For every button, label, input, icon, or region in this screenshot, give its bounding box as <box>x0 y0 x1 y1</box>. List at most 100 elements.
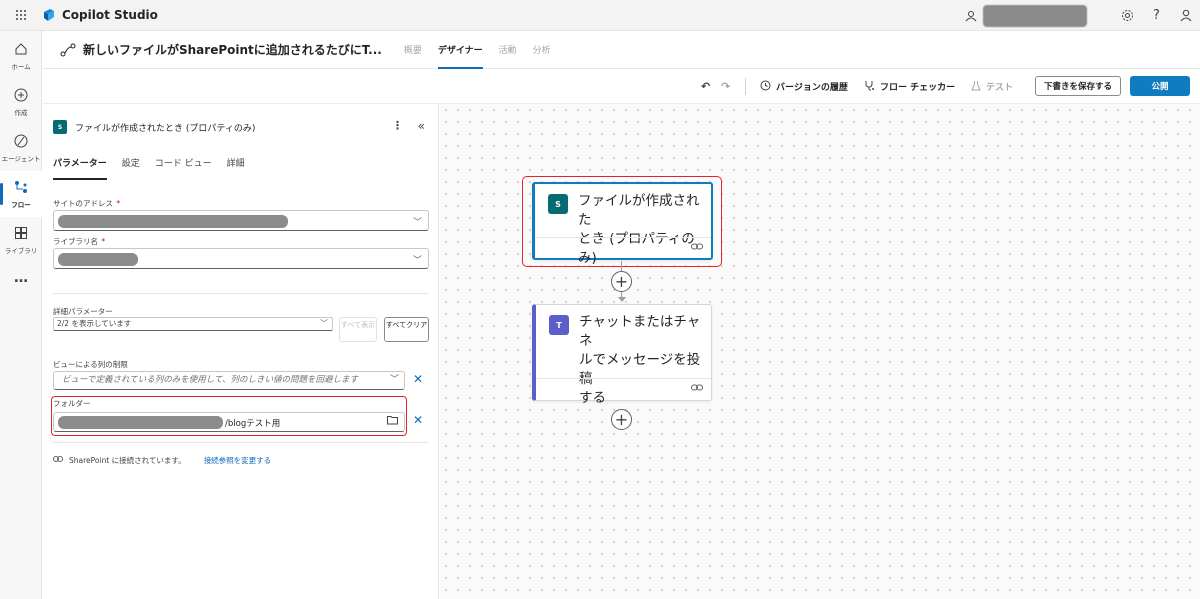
column-limit-label: ビューによる列の制限 <box>53 360 128 369</box>
flow-checker-button[interactable]: フロー チェッカー <box>864 69 955 104</box>
top-bar: Copilot Studio ? <box>0 0 1200 31</box>
card-divider <box>535 237 711 238</box>
site-address-label: サイトのアドレス * <box>53 199 121 208</box>
library-icon <box>14 226 28 244</box>
designer-canvas[interactable]: S ファイルが作成された とき (プロパティのみ) + T チャットまたはチャネ… <box>440 104 1200 599</box>
site-address-redacted <box>58 215 288 228</box>
trigger-card-title: ファイルが作成された とき (プロパティのみ) <box>578 193 700 266</box>
divider <box>53 442 429 443</box>
environment-icon[interactable] <box>963 8 979 24</box>
app-name[interactable]: Copilot Studio <box>62 8 158 22</box>
undo-button[interactable]: ↶ <box>701 69 715 104</box>
chevron-down-icon: ﹀ <box>320 319 328 328</box>
remove-column-limit-icon[interactable]: ✕ <box>413 372 423 386</box>
folder-value: /blogテスト用 <box>225 419 281 429</box>
stethoscope-icon <box>864 80 875 94</box>
environment-name-redacted[interactable] <box>983 4 1087 27</box>
flow-title: 新しいファイルがSharePointに追加されるたびにT... <box>83 43 382 57</box>
sharepoint-icon: S <box>548 194 568 214</box>
trigger-card[interactable]: S ファイルが作成された とき (プロパティのみ) <box>532 182 713 266</box>
rail-item-flows[interactable]: フロー <box>0 171 42 217</box>
rail-label: ライブラリ <box>4 246 38 255</box>
tab-parameters[interactable]: パラメーター <box>53 156 107 182</box>
rail-label: 作成 <box>14 108 28 117</box>
advanced-parameters-value: 2/2 を表示しています <box>57 319 132 328</box>
library-name-dropdown[interactable]: ﹀ <box>53 248 429 269</box>
rail-item-home[interactable]: ホーム <box>0 33 42 79</box>
connection-text: SharePoint に接続されています。 <box>69 456 186 465</box>
site-address-dropdown[interactable]: ﹀ <box>53 210 429 231</box>
save-draft-button[interactable]: 下書きを保存する <box>1035 76 1121 96</box>
chevron-down-icon: ﹀ <box>412 218 422 228</box>
settings-icon[interactable] <box>1113 0 1142 31</box>
left-nav-rail: ホーム 作成 エージェント フロー ライブラリ … <box>0 31 42 599</box>
undo-icon: ↶ <box>701 80 711 93</box>
advanced-parameters-label: 詳細パラメーター <box>53 307 113 316</box>
chevron-down-icon: ﹀ <box>389 375 399 385</box>
tab-code-view[interactable]: コード ビュー <box>155 156 212 182</box>
test-button[interactable]: テスト <box>971 69 1013 104</box>
folder-input[interactable]: /blogテスト用 <box>53 412 405 432</box>
clear-all-button[interactable]: すべてクリア <box>384 317 429 342</box>
redo-icon: ↷ <box>721 80 731 93</box>
test-label: テスト <box>986 83 1014 93</box>
advanced-parameters-select[interactable]: 2/2 を表示しています ﹀ <box>53 317 333 331</box>
separator <box>745 78 746 95</box>
chevron-down-icon: ﹀ <box>412 256 422 266</box>
link-icon[interactable] <box>691 242 703 254</box>
flow-checker-label: フロー チェッカー <box>880 83 956 93</box>
agent-icon <box>14 134 28 152</box>
rail-item-library[interactable]: ライブラリ <box>0 217 42 263</box>
collapse-panel-icon[interactable]: « <box>418 119 425 133</box>
remove-folder-icon[interactable]: ✕ <box>413 413 423 427</box>
sharepoint-icon: S <box>53 120 67 134</box>
tab-analytics[interactable]: 分析 <box>525 31 559 69</box>
add-step-button[interactable]: + <box>611 271 632 292</box>
post-message-card[interactable]: T チャットまたはチャネ ルでメッセージを投稿 する <box>532 304 712 406</box>
trigger-properties-panel: S ファイルが作成されたとき (プロパティのみ) ⋮ « パラメーター 設定 コ… <box>43 104 439 599</box>
panel-title: ファイルが作成されたとき (プロパティのみ) <box>75 123 256 134</box>
rail-item-agents[interactable]: エージェント <box>0 125 42 171</box>
more-options-icon[interactable]: ⋮ <box>392 119 403 132</box>
tab-settings[interactable]: 設定 <box>122 156 140 182</box>
folder-label: フォルダー <box>53 399 91 408</box>
help-glyph: ? <box>1153 8 1160 23</box>
rail-item-create[interactable]: 作成 <box>0 79 42 125</box>
create-icon <box>14 88 28 106</box>
show-all-button[interactable]: すべて表示 <box>339 317 377 342</box>
rail-label: エージェント <box>1 154 41 163</box>
copilot-studio-logo <box>42 8 56 22</box>
tab-activity[interactable]: 活動 <box>491 31 525 69</box>
library-name-redacted <box>58 253 138 266</box>
link-icon[interactable] <box>691 383 703 395</box>
library-name-label: ライブラリ名 * <box>53 237 106 246</box>
change-connection-link[interactable]: 接続参照を変更する <box>204 455 272 466</box>
link-icon <box>53 455 63 466</box>
column-limit-placeholder: ビューで定義されている列のみを使用して、列のしきい値の問題を回避します <box>62 375 359 385</box>
add-step-button[interactable]: + <box>611 409 632 430</box>
divider <box>53 293 429 294</box>
folder-path-redacted <box>58 416 223 429</box>
flow-connector-icon <box>59 41 77 59</box>
redo-button[interactable]: ↷ <box>721 69 735 104</box>
connector-arrow <box>618 297 626 302</box>
version-history-button[interactable]: バージョンの履歴 <box>760 69 848 104</box>
tab-designer[interactable]: デザイナー <box>430 31 491 69</box>
card-divider <box>536 378 711 379</box>
flask-icon <box>971 80 981 94</box>
column-limit-dropdown[interactable]: ビューで定義されている列のみを使用して、列のしきい値の問題を回避します ﹀ <box>53 371 405 390</box>
publish-button[interactable]: 公開 <box>1130 76 1190 96</box>
folder-picker-icon[interactable] <box>387 415 398 428</box>
help-icon[interactable]: ? <box>1142 0 1171 31</box>
connection-status: SharePoint に接続されています。 接続参照を変更する <box>53 455 271 466</box>
home-icon <box>14 42 28 60</box>
version-history-label: バージョンの履歴 <box>776 83 848 93</box>
rail-item-more[interactable]: … <box>0 263 42 293</box>
tab-details[interactable]: 詳細 <box>227 156 245 182</box>
command-bar: ↶ ↷ バージョンの履歴 フロー チェッカー テスト 下書きを保存する 公開 <box>43 69 1200 104</box>
waffle-icon[interactable] <box>0 0 42 31</box>
user-icon[interactable] <box>1171 0 1200 31</box>
rail-label: フロー <box>11 200 31 209</box>
flow-icon <box>14 180 28 198</box>
tab-overview[interactable]: 概要 <box>396 31 430 69</box>
